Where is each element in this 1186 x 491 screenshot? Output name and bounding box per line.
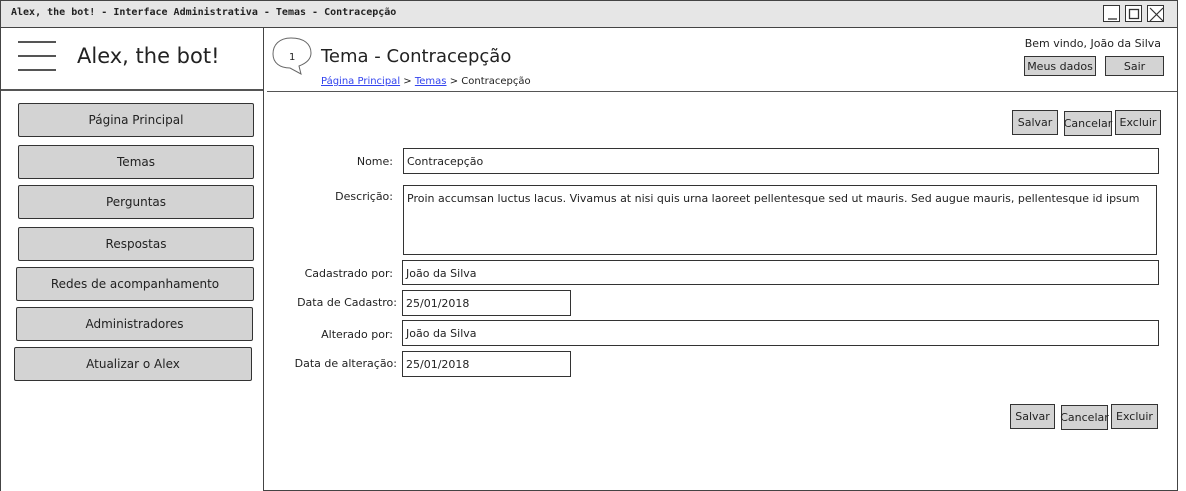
cancel-button-bottom[interactable]: Cancelar [1060, 405, 1109, 430]
save-label: Salvar [1017, 116, 1053, 129]
name-input[interactable]: Contracepção [403, 148, 1159, 174]
description-label: Descrição: [335, 190, 393, 203]
my-data-label: Meus dados [1027, 59, 1093, 73]
maximize-icon [1128, 8, 1140, 20]
updated-date-label: Data de alteração: [294, 357, 397, 370]
sidebar-item-atualizar-o-alex[interactable]: Atualizar o Alex [14, 347, 252, 381]
description-textarea[interactable]: Proin accumsan luctus lacus. Vivamus at … [403, 185, 1157, 255]
sidebar-item-label: Redes de acompanhamento [50, 277, 220, 291]
brand-area: Alex, the bot! [1, 28, 263, 91]
delete-label: Excluir [1119, 116, 1157, 129]
sidebar-item-administradores[interactable]: Administradores [16, 307, 253, 341]
logout-label: Sair [1123, 59, 1146, 73]
sidebar-item-label: Respostas [105, 237, 167, 251]
cancel-label: Cancelar [1063, 117, 1113, 130]
breadcrumb-home-link[interactable]: Página Principal [321, 76, 400, 87]
sidebar-item-respostas[interactable]: Respostas [18, 227, 254, 261]
updated-by-input[interactable]: João da Silva [402, 320, 1159, 346]
save-button-top[interactable]: Salvar [1012, 110, 1058, 135]
page-header: 1 Tema - Contracepção Página Principal >… [267, 28, 1177, 92]
page-title: Tema - Contracepção [321, 46, 512, 67]
logout-button[interactable]: Sair [1105, 56, 1164, 76]
my-data-button[interactable]: Meus dados [1024, 56, 1096, 76]
close-icon [1149, 7, 1164, 22]
sidebar-item-label: Atualizar o Alex [86, 357, 180, 371]
sidebar-item-label: Perguntas [105, 195, 167, 209]
breadcrumb-current: Contracepção [461, 76, 531, 87]
breadcrumb-separator: > [449, 76, 459, 87]
name-label: Nome: [356, 155, 393, 168]
step-number: 1 [289, 52, 296, 63]
app-name: Alex, the bot! [77, 44, 220, 68]
maximize-button[interactable] [1125, 5, 1142, 22]
breadcrumb: Página Principal > Temas > Contracepção [321, 76, 531, 87]
save-label: Salvar [1015, 410, 1050, 423]
minimize-button[interactable] [1103, 5, 1120, 22]
hamburger-menu-icon[interactable] [18, 41, 58, 73]
breadcrumb-separator: > [403, 76, 412, 87]
close-button[interactable] [1147, 5, 1164, 22]
updated-date-input[interactable]: 25/01/2018 [402, 351, 571, 377]
save-button-bottom[interactable]: Salvar [1010, 404, 1055, 429]
cancel-label: Cancelar [1060, 411, 1109, 424]
delete-button-top[interactable]: Excluir [1115, 110, 1161, 135]
sidebar-item-label: Administradores [85, 317, 184, 331]
window-title: Alex, the bot! - Interface Administrativ… [11, 7, 397, 18]
sidebar-item-perguntas[interactable]: Perguntas [18, 185, 254, 219]
sidebar-item-label: Temas [117, 155, 155, 169]
sidebar-item-redes-de-acompanhamento[interactable]: Redes de acompanhamento [16, 267, 254, 301]
sidebar-item-label: Página Principal [88, 113, 184, 127]
minimize-icon [1108, 18, 1117, 20]
created-date-label: Data de Cadastro: [297, 296, 397, 309]
cancel-button-top[interactable]: Cancelar [1064, 111, 1112, 136]
app-window: Alex, the bot! - Interface Administrativ… [0, 0, 1178, 491]
delete-label: Excluir [1116, 410, 1153, 423]
sidebar-item-temas[interactable]: Temas [18, 145, 254, 179]
title-bar: Alex, the bot! - Interface Administrativ… [1, 1, 1177, 28]
updated-by-label: Alterado por: [321, 328, 393, 341]
step-callout: 1 [271, 36, 313, 80]
delete-button-bottom[interactable]: Excluir [1111, 404, 1158, 429]
sidebar: Alex, the bot! Página Principal Temas Pe… [1, 28, 264, 491]
created-by-label: Cadastrado por: [304, 267, 393, 280]
created-by-input[interactable]: João da Silva [402, 260, 1159, 285]
welcome-message: Bem vindo, João da Silva [1024, 37, 1161, 50]
breadcrumb-temas-link[interactable]: Temas [415, 76, 447, 87]
sidebar-item-pagina-principal[interactable]: Página Principal [18, 103, 254, 137]
created-date-input[interactable]: 25/01/2018 [402, 290, 571, 316]
